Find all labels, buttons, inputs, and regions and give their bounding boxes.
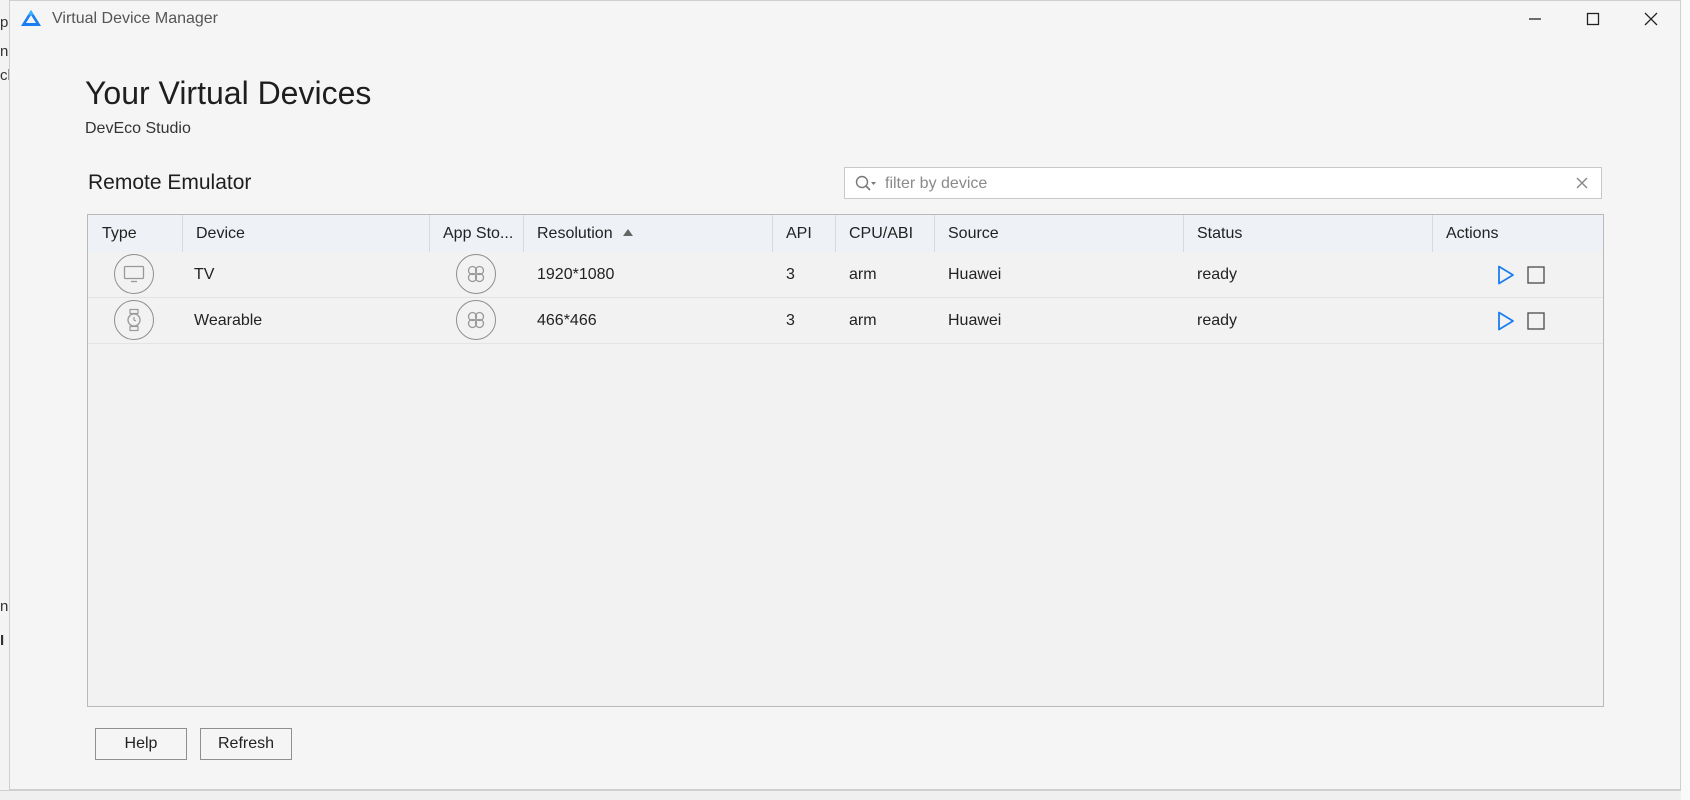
device-cpu-abi: arm bbox=[849, 266, 877, 283]
background-app-right-edge bbox=[1681, 0, 1690, 800]
maximize-icon bbox=[1586, 12, 1600, 26]
column-header-label: Source bbox=[948, 225, 999, 242]
page-title: Your Virtual Devices bbox=[85, 75, 372, 111]
device-resolution: 1920*1080 bbox=[537, 266, 615, 283]
app-store-icon bbox=[456, 300, 496, 340]
column-header-label: CPU/ABI bbox=[849, 225, 914, 242]
device-api: 3 bbox=[786, 266, 795, 283]
device-source: Huawei bbox=[948, 312, 1002, 329]
column-header-label: Resolution bbox=[537, 225, 613, 242]
device-name: TV bbox=[194, 266, 215, 283]
app-store-icon bbox=[456, 254, 496, 294]
background-text-fragment: p bbox=[0, 14, 9, 31]
stop-icon[interactable] bbox=[1527, 266, 1545, 284]
table-row[interactable]: TV 1920*1080 3 arm Huawei ready bbox=[88, 252, 1603, 298]
virtual-device-manager-window: Virtual Device Manager Your Virtual Devi… bbox=[9, 0, 1681, 790]
search-input[interactable] bbox=[883, 171, 1547, 197]
search-icon bbox=[855, 175, 876, 191]
watch-icon bbox=[114, 300, 154, 340]
column-header-resolution[interactable]: Resolution bbox=[523, 215, 772, 252]
deveco-logo-icon bbox=[21, 10, 41, 26]
device-cpu-abi: arm bbox=[849, 312, 877, 329]
device-source: Huawei bbox=[948, 266, 1002, 283]
column-header-app-store[interactable]: App Sto... bbox=[429, 215, 523, 252]
sort-ascending-icon bbox=[622, 229, 633, 236]
column-header-label: Type bbox=[102, 225, 137, 242]
device-name: Wearable bbox=[194, 312, 263, 329]
page-subtitle: DevEco Studio bbox=[85, 120, 191, 137]
column-header-label: API bbox=[786, 225, 812, 242]
table-row[interactable]: Wearable 466*466 3 arm Huawei ready bbox=[88, 298, 1603, 344]
minimize-button[interactable] bbox=[1506, 1, 1564, 37]
background-text-fragment: I bbox=[0, 632, 5, 649]
close-icon bbox=[1644, 12, 1658, 26]
column-header-device[interactable]: Device bbox=[182, 215, 429, 252]
close-window-button[interactable] bbox=[1622, 1, 1680, 37]
column-header-source[interactable]: Source bbox=[934, 215, 1183, 252]
minimize-icon bbox=[1529, 18, 1541, 20]
column-header-label: Actions bbox=[1446, 225, 1499, 242]
clear-search-icon[interactable] bbox=[1575, 176, 1589, 190]
device-status: ready bbox=[1197, 312, 1238, 329]
tv-icon bbox=[114, 254, 154, 294]
column-header-status[interactable]: Status bbox=[1183, 215, 1432, 252]
help-button[interactable]: Help bbox=[95, 728, 187, 760]
column-header-type[interactable]: Type bbox=[88, 215, 182, 252]
play-icon[interactable] bbox=[1497, 265, 1515, 285]
maximize-button[interactable] bbox=[1564, 1, 1622, 37]
column-header-api[interactable]: API bbox=[772, 215, 835, 252]
background-text-fragment: n bbox=[0, 598, 9, 615]
column-header-label: Status bbox=[1197, 225, 1243, 242]
device-status: ready bbox=[1197, 266, 1238, 283]
column-header-label: Device bbox=[196, 225, 245, 242]
column-header-actions[interactable]: Actions bbox=[1432, 215, 1603, 252]
column-header-cpu-abi[interactable]: CPU/ABI bbox=[835, 215, 934, 252]
section-title: Remote Emulator bbox=[88, 171, 252, 194]
column-header-label: App Sto... bbox=[443, 225, 514, 242]
table-header: Type Device App Sto... Resolution API CP… bbox=[88, 215, 1603, 253]
title-bar[interactable]: Virtual Device Manager bbox=[10, 1, 1680, 37]
stop-icon[interactable] bbox=[1527, 312, 1545, 330]
play-icon[interactable] bbox=[1497, 311, 1515, 331]
device-api: 3 bbox=[786, 312, 795, 329]
background-app-bottom-edge bbox=[0, 790, 1690, 800]
refresh-button[interactable]: Refresh bbox=[200, 728, 292, 760]
virtual-devices-table: Type Device App Sto... Resolution API CP… bbox=[87, 214, 1604, 707]
device-resolution: 466*466 bbox=[537, 312, 597, 329]
device-filter-box[interactable] bbox=[844, 167, 1602, 199]
window-title: Virtual Device Manager bbox=[52, 10, 219, 27]
